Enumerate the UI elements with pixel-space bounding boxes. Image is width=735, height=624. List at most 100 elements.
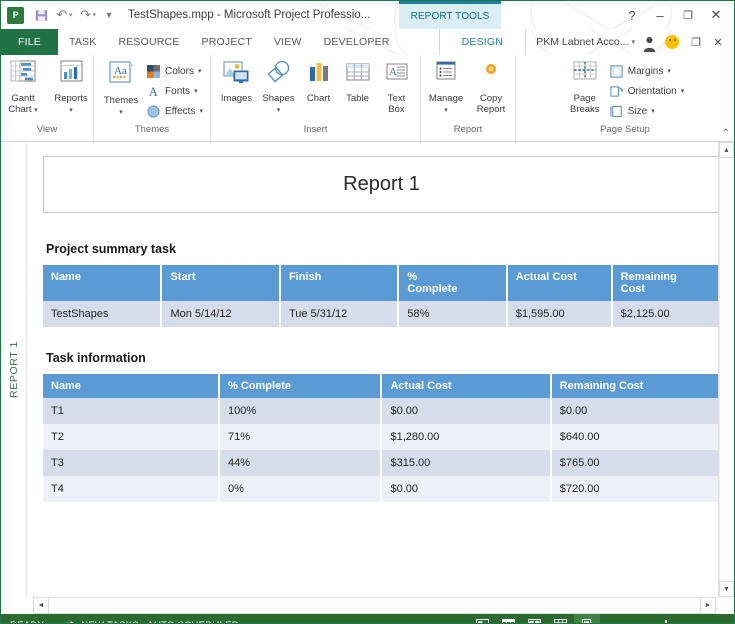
horizontal-scrollbar[interactable]: ◄ ► [1,597,734,614]
restore-button[interactable]: ❐ [674,3,702,27]
undo-caret-icon[interactable]: ▾ [69,11,73,19]
margins-label: Margins [628,66,664,77]
save-icon[interactable] [31,5,51,25]
collapse-ribbon-icon[interactable]: ⌃ [722,128,730,139]
table-cell: $1,595.00 [507,301,612,327]
tab-task[interactable]: TASK [58,29,107,55]
horizontal-scroll-track[interactable] [49,597,700,614]
scroll-right-icon[interactable]: ► [700,597,716,614]
effects-button[interactable]: Effects ▾ [144,101,206,121]
tab-design[interactable]: DESIGN [439,29,526,55]
page-breaks-button[interactable]: Page Breaks [563,58,607,117]
avatar[interactable] [640,33,659,52]
status-ready: READY [10,620,44,624]
column-header[interactable]: Remaining Cost [612,265,720,301]
text-box-label: Text Box [388,93,405,115]
margins-icon [610,65,623,78]
table-cell: $765.00 [551,450,720,476]
report-title-box[interactable]: Report 1 [43,156,720,213]
table-button[interactable]: Table [338,58,378,106]
shapes-icon [265,60,293,91]
scroll-left-icon[interactable]: ◄ [33,597,49,614]
copy-report-button[interactable]: Copy Report [469,58,513,117]
column-header[interactable]: Actual Cost [381,374,550,398]
reports-caret-icon[interactable]: ▾ [69,107,73,114]
manage-button[interactable]: Manage▾ [423,58,469,118]
orientation-caret-icon[interactable]: ▾ [681,87,685,95]
themes-button[interactable]: Aa Themes▾ [98,58,144,120]
close-button[interactable]: ✕ [702,3,730,27]
gantt-chart-caret-icon[interactable]: ▾ [34,107,38,114]
ribbon-display-options-icon[interactable]: ❐ [686,32,706,52]
gantt-chart-button[interactable]: Gantt Chart ▾ [0,58,47,118]
text-box-button[interactable]: A Text Box [378,58,416,117]
column-header[interactable]: Name [43,374,219,398]
table-cell: $0.00 [381,476,550,502]
zoom-thumb[interactable] [665,620,667,624]
gantt-chart-view-icon[interactable] [470,614,496,624]
redo-caret-icon[interactable]: ▾ [93,11,97,19]
scroll-up-icon[interactable]: ▲ [719,142,734,158]
table-row[interactable]: T3 44% $315.00 $765.00 [43,450,720,476]
reports-button[interactable]: Reports▾ [47,58,95,118]
column-header[interactable]: Remaining Cost [551,374,720,398]
task-information-table[interactable]: Name % Complete Actual Cost Remaining Co… [43,374,720,502]
feedback-smiley-icon[interactable] [665,35,679,49]
status-new-tasks[interactable]: NEW TASKS : AUTO SCHEDULED [66,620,239,624]
effects-caret-icon[interactable]: ▾ [199,107,203,115]
scroll-down-icon[interactable]: ▼ [719,581,734,597]
fonts-button[interactable]: A Fonts ▾ [144,81,206,101]
themes-caret-icon[interactable]: ▾ [119,109,123,116]
tab-resource[interactable]: RESOURCE [107,29,190,55]
colors-caret-icon[interactable]: ▾ [198,67,202,75]
shapes-caret-icon[interactable]: ▾ [277,107,281,114]
minimize-button[interactable]: – [646,3,674,27]
document-close-button[interactable]: ✕ [708,32,728,52]
fonts-caret-icon[interactable]: ▾ [194,87,198,95]
column-header[interactable]: Name [43,265,161,301]
column-header[interactable]: Finish [280,265,398,301]
vertical-scrollbar[interactable]: ▲ ▼ [718,142,734,597]
table-row[interactable]: T2 71% $1,280.00 $640.00 [43,424,720,450]
tab-view[interactable]: VIEW [263,29,313,55]
column-header[interactable]: Actual Cost [507,265,612,301]
table-row[interactable]: TestShapes Mon 5/14/12 Tue 5/31/12 58% $… [43,301,720,327]
table-row[interactable]: T4 0% $0.00 $720.00 [43,476,720,502]
account-name[interactable]: PKM Labnet Acco... [536,36,628,48]
team-planner-view-icon[interactable] [522,614,548,624]
ribbon-group-label-report: Report [421,124,515,138]
margins-caret-icon[interactable]: ▾ [667,67,671,75]
themes-small-buttons: Colors ▾ A Fonts ▾ [144,58,206,121]
help-button[interactable]: ? [618,3,646,27]
tab-project[interactable]: PROJECT [191,29,263,55]
shapes-button[interactable]: Shapes▾ [258,58,300,118]
orientation-button[interactable]: Orientation ▾ [607,81,687,101]
ribbon-group-report: Manage▾ Copy Report Report [421,55,516,141]
margins-button[interactable]: Margins ▾ [607,61,687,81]
column-header[interactable]: Start [161,265,279,301]
column-header[interactable]: % Complete [398,265,506,301]
images-button[interactable]: Images [216,58,258,106]
account-caret-icon[interactable]: ▾ [631,38,635,46]
column-header[interactable]: % Complete [219,374,381,398]
report-view-icon[interactable] [574,614,600,624]
manage-caret-icon[interactable]: ▾ [444,107,448,114]
customize-quick-access-icon[interactable]: ▼ [99,5,119,25]
task-sheet-view-icon[interactable] [496,614,522,624]
chart-label: Chart [307,93,330,104]
zoom-slider[interactable]: – + [600,619,734,624]
size-caret-icon[interactable]: ▾ [651,107,655,115]
size-button[interactable]: Size ▾ [607,101,687,121]
colors-button[interactable]: Colors ▾ [144,61,206,81]
tab-developer[interactable]: DEVELOPER [313,29,401,55]
table-row[interactable]: T1 100% $0.00 $0.00 [43,398,720,424]
zoom-out-button[interactable]: – [605,619,620,624]
chart-button[interactable]: Chart [300,58,338,106]
report-canvas[interactable]: Report 1 Project summary task Name Start… [27,142,734,597]
resource-sheet-view-icon[interactable] [548,614,574,624]
vertical-scroll-track[interactable] [719,158,734,581]
effects-label: Effects [165,106,195,117]
tab-file[interactable]: FILE [1,29,58,55]
zoom-in-button[interactable]: + [712,619,727,624]
project-summary-table[interactable]: Name Start Finish % Complete Actual Cost… [43,265,720,327]
